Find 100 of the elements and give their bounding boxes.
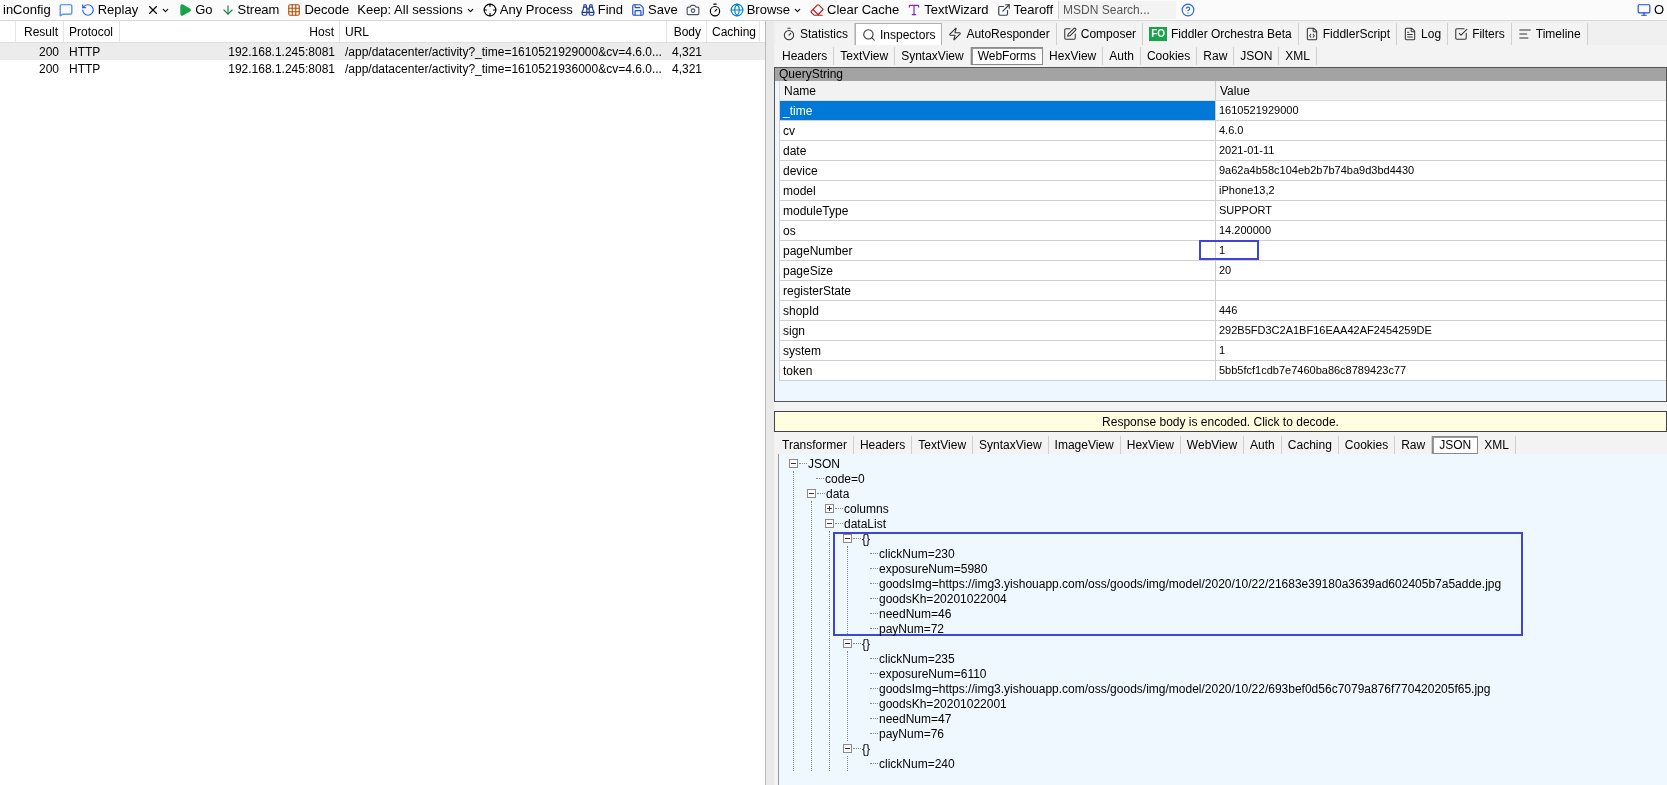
timer-icon [707,3,722,17]
querystring-row[interactable]: pageSize 20 [779,261,1666,281]
querystring-row[interactable]: sign 292B5FD3C2A1BF16EAA42AF2454259DE [779,321,1666,341]
toolbar-button[interactable]: Decode [284,1,353,19]
table-cell-text: 4,321 [671,43,702,61]
querystring-row[interactable]: registerState [779,281,1666,301]
camera-icon [685,3,700,17]
session-row[interactable]: 200 HTTP 192.168.1.245:8081 /app/datacenter/activity?_time=1610521929000&cv=4.6.0... 4,321 [0,43,765,60]
tree-node-label[interactable]: payNum=76 [878,724,945,743]
collapse-icon[interactable] [843,639,852,648]
column-header[interactable]: Result [24,22,58,41]
pencil-icon [1062,27,1077,41]
table-cell-text: HTTP [69,43,101,61]
logo-badge: FO [1149,27,1167,41]
table-cell-text: pageNumber [783,242,853,260]
column-header[interactable]: Name [784,81,816,100]
document-icon [1403,27,1418,41]
checkbox-icon [1454,27,1469,41]
tab[interactable]: WebForms [970,47,1044,65]
collapse-icon[interactable] [807,489,816,498]
table-cell-text: shopId [783,302,820,320]
table-cell-text: 1 [1219,343,1226,359]
querystring-row[interactable]: model iPhone13,2 [779,181,1666,201]
grid-icon [287,3,302,17]
querystring-row[interactable]: moduleType SUPPORT [779,201,1666,221]
table-cell-text: 446 [1219,303,1238,319]
script-icon [1304,27,1319,41]
tab[interactable]: Inspectors [855,23,943,45]
globe-icon [729,3,744,17]
toolbar-button[interactable]: Replay [77,1,142,19]
collapse-icon[interactable] [825,519,834,528]
play-icon [178,3,193,17]
table-cell-text: device [783,162,818,180]
timeline-icon [1517,27,1532,41]
table-cell-text: 2021-01-11 [1219,143,1275,159]
toolbar-button[interactable]: Clear Cache [807,1,903,19]
toolbar-button[interactable]: TextWizard [904,1,992,19]
column-header[interactable]: Body [673,22,701,41]
tree-node-label[interactable]: payNum=72 [878,619,945,638]
toolbar-button[interactable]: Stream [217,1,283,19]
eraser-icon [810,3,825,17]
toolbar-button[interactable]: inConfig [0,1,54,19]
expand-icon[interactable] [825,504,834,513]
table-cell-text: 192.168.1.245:8081 [228,43,335,61]
table-cell-text: os [783,222,796,240]
column-header[interactable]: Caching [712,22,757,41]
lightning-icon [948,27,963,41]
querystring-row[interactable]: pageNumber 1 [779,241,1666,261]
toolbar-button[interactable]: Go [175,1,216,19]
table-cell-text: 20 [1219,263,1232,279]
table-cell-text: /app/datacenter/activity?_time=1610521929000&cv=4.6.0... [345,43,662,61]
toolbar-button[interactable]: Save [628,1,681,19]
collapse-icon[interactable] [843,744,852,753]
table-cell-text: cv [783,122,795,140]
toolbar-button[interactable]: Tearoff [993,1,1057,19]
querystring-row[interactable]: os 14.200000 [779,221,1666,241]
tree-node-label[interactable]: clickNum=240 [878,754,955,773]
collapse-icon[interactable] [843,534,852,543]
querystring-row[interactable]: _time 1610521929000 [779,101,1666,121]
toolbar-button[interactable]: Any Process [479,1,576,19]
crosshair-icon [482,3,497,17]
section-title-bar: QueryString [775,68,1666,81]
collapse-icon[interactable] [789,459,798,468]
table-cell-text: 5bb5fcf1cdb7e7460ba86c8789423c77 [1219,363,1407,379]
column-header[interactable]: URL [345,22,369,41]
table-cell-text: date [783,142,807,160]
table-cell-text: model [783,182,816,200]
table-cell-text: pageSize [783,262,834,280]
table-cell-text: 192.168.1.245:8081 [228,60,335,78]
table-cell-text: registerState [783,282,852,300]
toolbar-dropdown[interactable]: Keep: All sessions [354,1,478,19]
tree-node-label[interactable]: {} [861,634,870,653]
querystring-row[interactable]: cv 4.6.0 [779,121,1666,141]
column-header[interactable]: Protocol [69,22,114,41]
toolbar-button[interactable]: Find [577,1,627,19]
toolbar-dropdown[interactable]: Browse [726,1,806,19]
timer-icon [782,27,796,41]
column-header[interactable]: Value [1220,81,1250,100]
table-cell-text: sign [783,322,805,340]
table-cell-text: 4.6.0 [1219,123,1244,139]
toolbar-button[interactable]: O [1633,1,1667,19]
binoculars-icon [580,3,595,17]
table-cell-text: HTTP [69,60,101,78]
magnifier-icon [862,27,876,42]
speech-bubble-icon [58,3,73,17]
search-field[interactable]: MSDN Search... [1058,1,1177,19]
querystring-row[interactable]: system 1 [779,341,1666,361]
querystring-row[interactable]: token 5bb5fcf1cdb7e7460ba86c8789423c77 [779,361,1666,381]
table-cell-text: /app/datacenter/activity?_time=1610521936000&cv=4.6.0... [345,60,662,78]
column-header[interactable]: Host [309,22,334,41]
querystring-row[interactable]: device 9a62a4b58c104eb2b7b74ba9d3bd4430 [779,161,1666,181]
table-cell-text: _time [783,102,813,120]
table-cell-text: SUPPORT [1219,203,1272,219]
tab[interactable]: JSON [1432,436,1479,454]
table-cell-text: 292B5FD3C2A1BF16EAA42AF2454259DE [1219,323,1432,339]
replay-icon [80,3,95,17]
querystring-row[interactable]: date 2021-01-11 [779,141,1666,161]
decode-notice[interactable]: Response body is encoded. Click to decode. [774,411,1667,432]
tree-node-label[interactable]: {} [861,739,870,758]
querystring-row[interactable]: shopId 446 [779,301,1666,321]
